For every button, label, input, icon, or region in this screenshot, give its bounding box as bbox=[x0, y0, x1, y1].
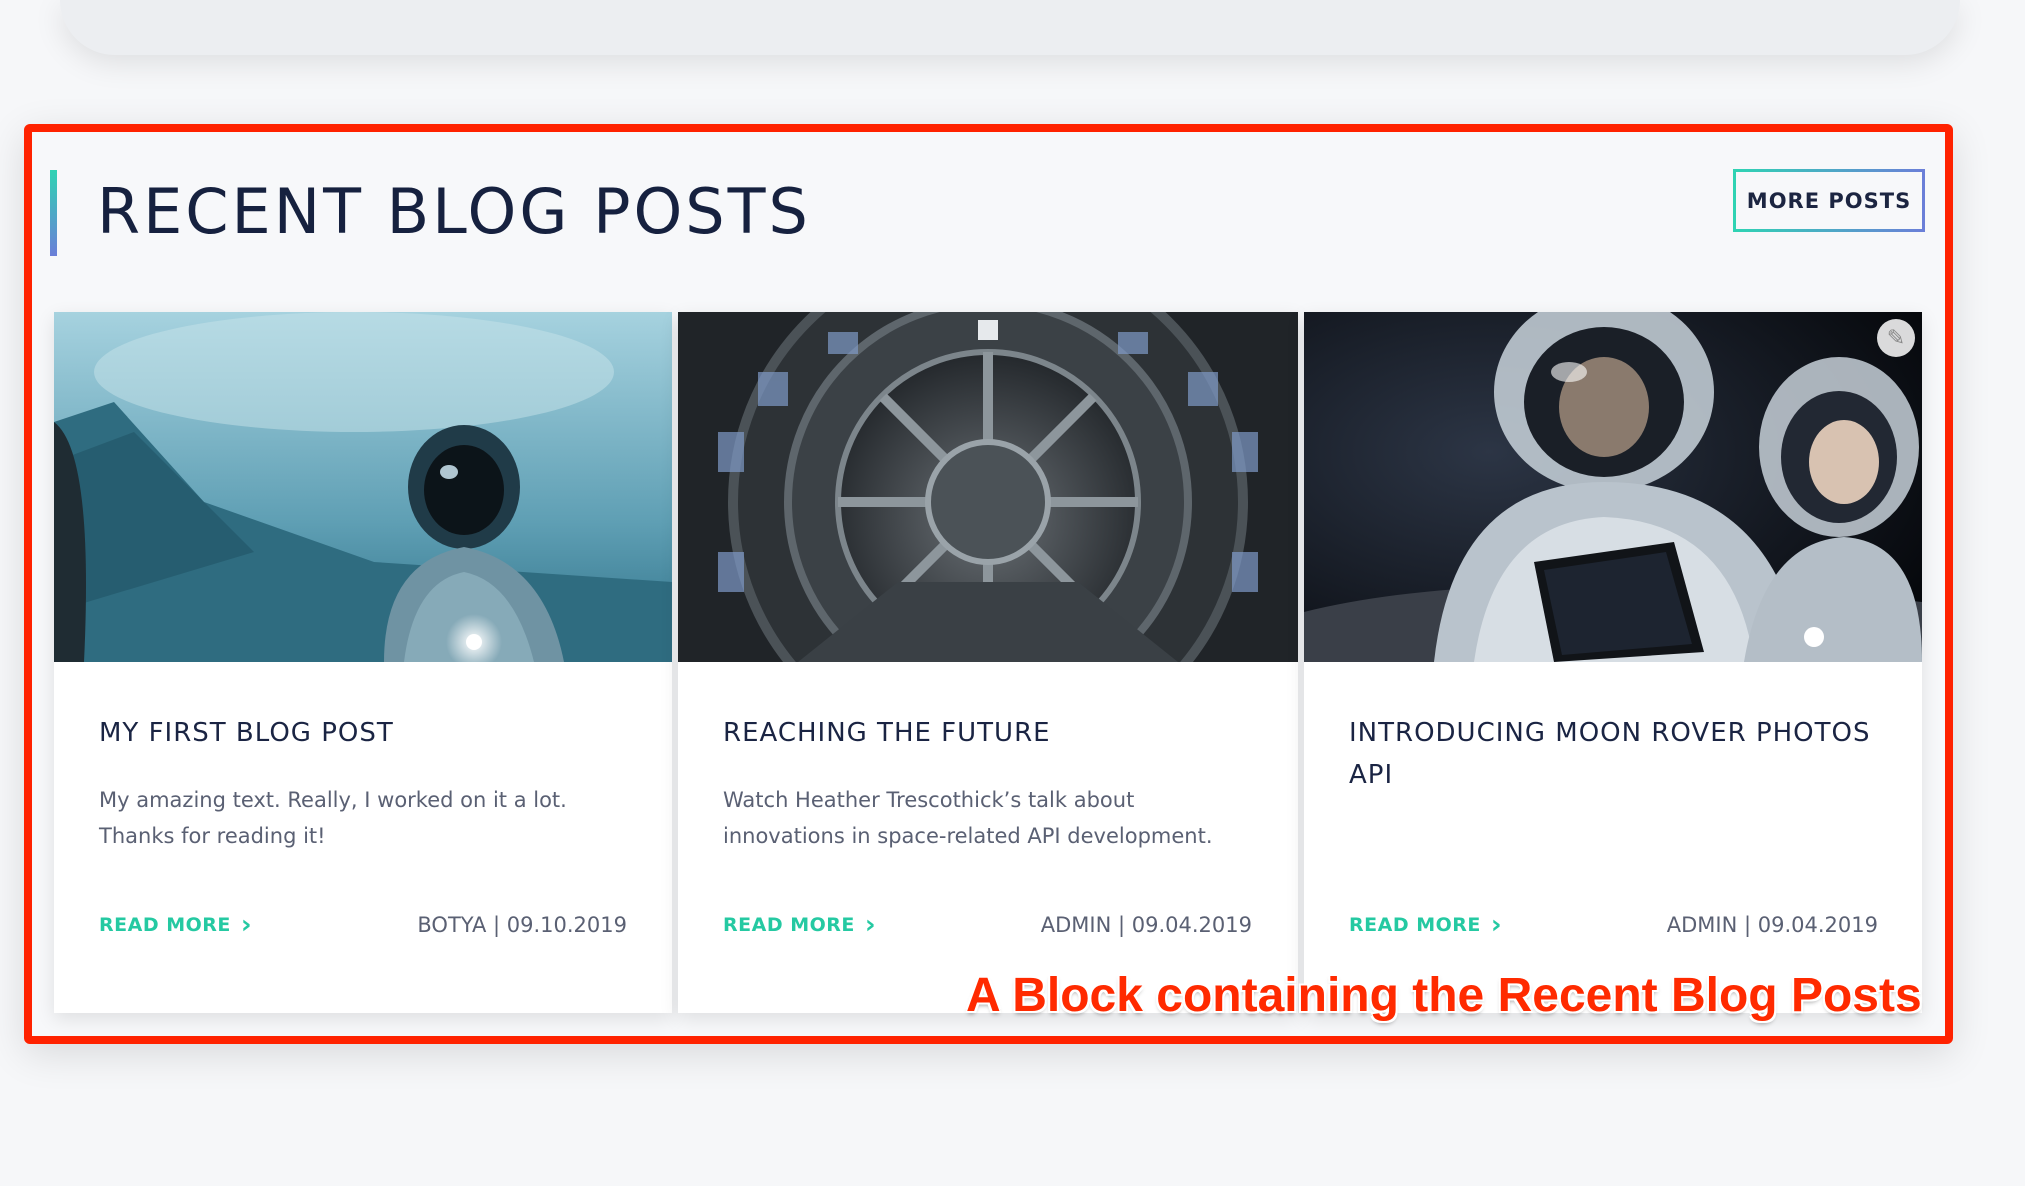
read-more-label: READ MORE bbox=[723, 914, 855, 936]
read-more-link[interactable]: READ MORE › bbox=[99, 910, 253, 940]
read-more-link[interactable]: READ MORE › bbox=[1349, 910, 1503, 940]
more-posts-button[interactable]: MORE POSTS bbox=[1733, 169, 1925, 232]
edit-pencil-icon[interactable]: ✎ bbox=[1877, 319, 1915, 357]
post-title[interactable]: REACHING THE FUTURE bbox=[723, 712, 1258, 754]
post-excerpt: Watch Heather Trescothick’s talk about i… bbox=[723, 788, 1213, 848]
read-more-label: READ MORE bbox=[1349, 914, 1481, 936]
post-title[interactable]: INTRODUCING MOON ROVER PHOTOS API bbox=[1349, 712, 1882, 796]
post-image-astronauts-tablet[interactable] bbox=[1304, 312, 1922, 662]
post-title[interactable]: MY FIRST BLOG POST bbox=[99, 712, 632, 754]
chevron-right-icon: › bbox=[1490, 910, 1503, 940]
read-more-link[interactable]: READ MORE › bbox=[723, 910, 877, 940]
read-more-label: READ MORE bbox=[99, 914, 231, 936]
annotation-label: A Block containing the Recent Blog Posts bbox=[966, 969, 1922, 1022]
chevron-right-icon: › bbox=[240, 910, 253, 940]
chevron-right-icon: › bbox=[864, 910, 877, 940]
blog-card[interactable]: REACHING THE FUTURE Watch Heather Tresco… bbox=[678, 312, 1298, 1013]
post-meta: BOTYA | 09.10.2019 bbox=[417, 913, 627, 937]
blog-card[interactable]: INTRODUCING MOON ROVER PHOTOS API bbox=[1304, 312, 1922, 1013]
post-image-spaceship-door[interactable] bbox=[678, 312, 1298, 662]
post-meta: ADMIN | 09.04.2019 bbox=[1040, 913, 1252, 937]
header-shadow bbox=[60, 0, 1960, 55]
post-excerpt: My amazing text. Really, I worked on it … bbox=[99, 788, 567, 848]
title-accent-bar bbox=[50, 170, 57, 256]
blog-card[interactable]: MY FIRST BLOG POST My amazing text. Real… bbox=[54, 312, 672, 1013]
post-image-astronaut[interactable] bbox=[54, 312, 672, 662]
post-meta: ADMIN | 09.04.2019 bbox=[1666, 913, 1878, 937]
section-title: RECENT BLOG POSTS bbox=[97, 175, 811, 248]
